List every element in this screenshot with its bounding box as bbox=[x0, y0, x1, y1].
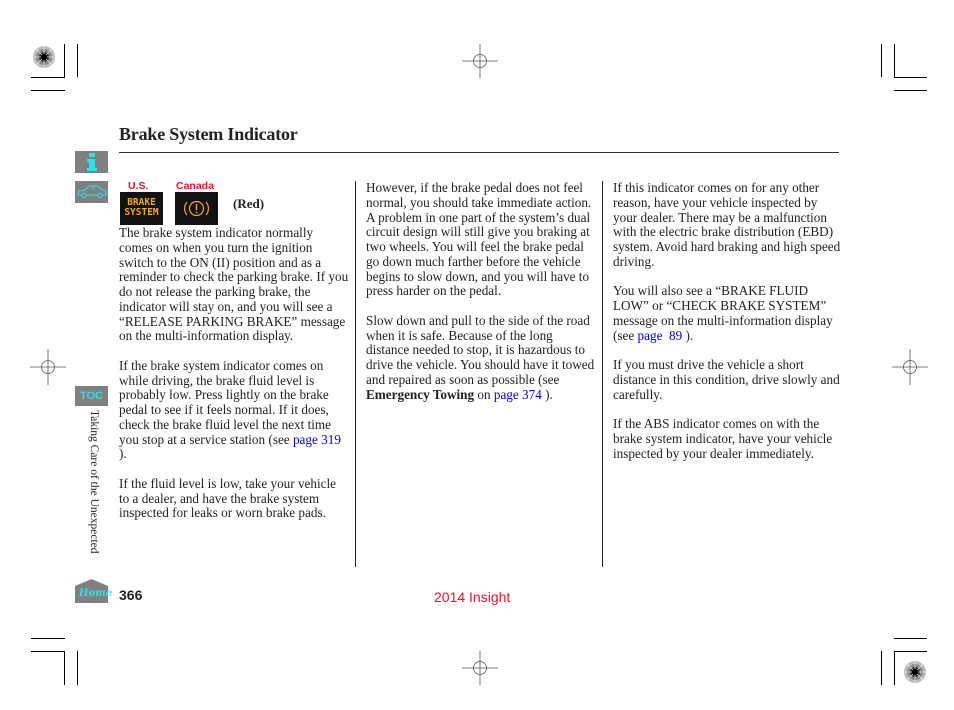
crosshair-target-icon bbox=[892, 349, 928, 385]
paragraph: If this indicator comes on for any other… bbox=[613, 180, 841, 269]
crosshair-target-icon bbox=[30, 349, 66, 385]
indicator-text-system: SYSTEM bbox=[124, 207, 159, 218]
page-title: Brake System Indicator bbox=[119, 124, 298, 144]
crosshair-target-icon bbox=[462, 651, 498, 685]
column-2: However, if the brake pedal does not fee… bbox=[366, 180, 596, 417]
paragraph: If the ABS indicator comes on with the b… bbox=[613, 416, 833, 461]
model-name: 2014 Insight bbox=[434, 589, 511, 605]
canada-label: Canada bbox=[176, 180, 214, 192]
crop-mark bbox=[31, 651, 65, 652]
paragraph: The brake system indicator normally come… bbox=[119, 225, 349, 344]
us-label: U.S. bbox=[128, 180, 149, 192]
page-number: 366 bbox=[119, 587, 143, 603]
column-divider bbox=[355, 181, 356, 567]
home-label: Home bbox=[79, 588, 113, 599]
info-icon bbox=[86, 153, 97, 171]
title-divider bbox=[119, 152, 839, 153]
page-374-link[interactable]: page 374 bbox=[494, 387, 542, 402]
crop-mark bbox=[64, 651, 65, 685]
indicator-color-note: (Red) bbox=[233, 196, 265, 211]
home-button[interactable]: Home bbox=[75, 579, 112, 603]
page-319-link[interactable]: page 319 bbox=[293, 432, 341, 447]
crop-mark bbox=[894, 638, 927, 639]
crop-mark bbox=[894, 90, 927, 91]
paragraph: However, if the brake pedal does not fee… bbox=[366, 180, 592, 299]
crop-mark bbox=[77, 44, 78, 77]
crop-mark bbox=[894, 651, 895, 685]
crop-mark bbox=[881, 651, 882, 685]
crop-mark bbox=[31, 77, 65, 78]
car-icon bbox=[76, 185, 106, 199]
vehicle-index-button[interactable] bbox=[75, 181, 108, 203]
column-divider bbox=[602, 181, 603, 567]
paragraph-text: on bbox=[474, 386, 494, 402]
brake-warning-icon bbox=[184, 200, 209, 217]
section-label: Taking Care of the Unexpected bbox=[88, 410, 100, 554]
crop-mark bbox=[64, 44, 65, 77]
paragraph: If the brake system indicator comes on w… bbox=[119, 358, 349, 462]
registration-rosette-icon bbox=[904, 661, 926, 683]
crop-mark bbox=[894, 77, 927, 78]
canada-brake-indicator bbox=[175, 192, 218, 225]
paragraph-text: ). bbox=[541, 386, 553, 402]
registration-rosette-icon bbox=[33, 46, 55, 68]
us-brake-indicator: BRAKE SYSTEM bbox=[120, 192, 163, 225]
page-89-link[interactable]: page 89 bbox=[638, 328, 683, 343]
paragraph: If the fluid level is low, take your veh… bbox=[119, 475, 337, 521]
emergency-towing-ref: Emergency Towing bbox=[366, 386, 475, 402]
crosshair-target-icon bbox=[462, 44, 498, 78]
paragraph-text: ). bbox=[682, 327, 694, 343]
info-button[interactable] bbox=[75, 151, 108, 173]
toc-button[interactable]: TOC bbox=[75, 386, 108, 406]
crop-mark bbox=[31, 90, 65, 91]
column-1: The brake system indicator normally come… bbox=[119, 225, 349, 536]
crop-mark bbox=[894, 651, 927, 652]
paragraph-text: Slow down and pull to the side of the ro… bbox=[366, 312, 595, 387]
paragraph: You will also see a “BRAKE FLUID LOW” or… bbox=[613, 283, 841, 343]
paragraph-text: ). bbox=[119, 446, 127, 462]
paragraph: If you must drive the vehicle a short di… bbox=[613, 357, 840, 402]
crop-mark bbox=[77, 651, 78, 685]
column-3: If this indicator comes on for any other… bbox=[613, 180, 841, 476]
crop-mark bbox=[31, 638, 65, 639]
crop-mark bbox=[894, 44, 895, 77]
crop-mark bbox=[881, 44, 882, 77]
paragraph: Slow down and pull to the side of the ro… bbox=[366, 312, 596, 403]
